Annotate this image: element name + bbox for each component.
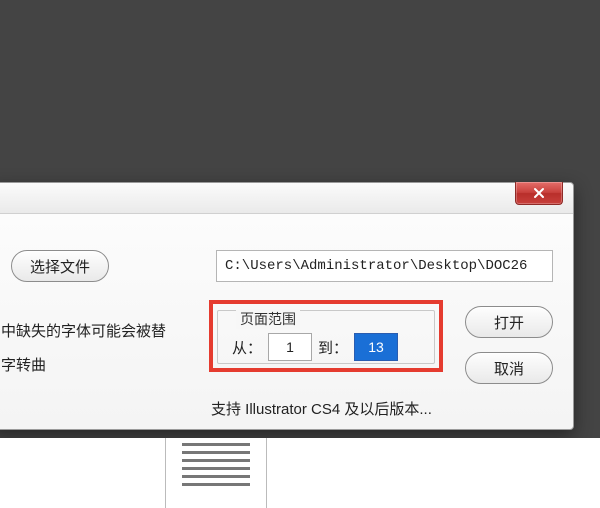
page-range-group: 页面范围 从： 到： <box>217 310 435 364</box>
from-label: 从： <box>232 337 262 358</box>
missing-font-hint: 中缺失的字体可能会被替 <box>1 320 166 341</box>
open-button[interactable]: 打开 <box>465 306 553 338</box>
file-path-field[interactable]: C:\Users\Administrator\Desktop\DOC26 <box>216 250 553 282</box>
page-from-input[interactable] <box>268 333 312 361</box>
page-range-highlight: 页面范围 从： 到： <box>209 300 443 372</box>
support-version-label: 支持 Illustrator CS4 及以后版本... <box>211 398 432 419</box>
page-range-legend: 页面范围 <box>236 309 300 329</box>
choose-file-button[interactable]: 选择文件 <box>11 250 109 282</box>
document-thumbnail <box>165 438 267 508</box>
page-to-input[interactable] <box>354 333 398 361</box>
close-button[interactable] <box>515 182 563 205</box>
close-icon <box>533 187 545 199</box>
outline-hint: 字转曲 <box>1 354 46 375</box>
to-label: 到： <box>318 337 348 358</box>
page-lower-area <box>0 438 600 508</box>
cancel-button[interactable]: 取消 <box>465 352 553 384</box>
open-file-dialog: 选择文件 C:\Users\Administrator\Desktop\DOC2… <box>0 182 574 430</box>
dialog-titlebar <box>0 183 573 214</box>
